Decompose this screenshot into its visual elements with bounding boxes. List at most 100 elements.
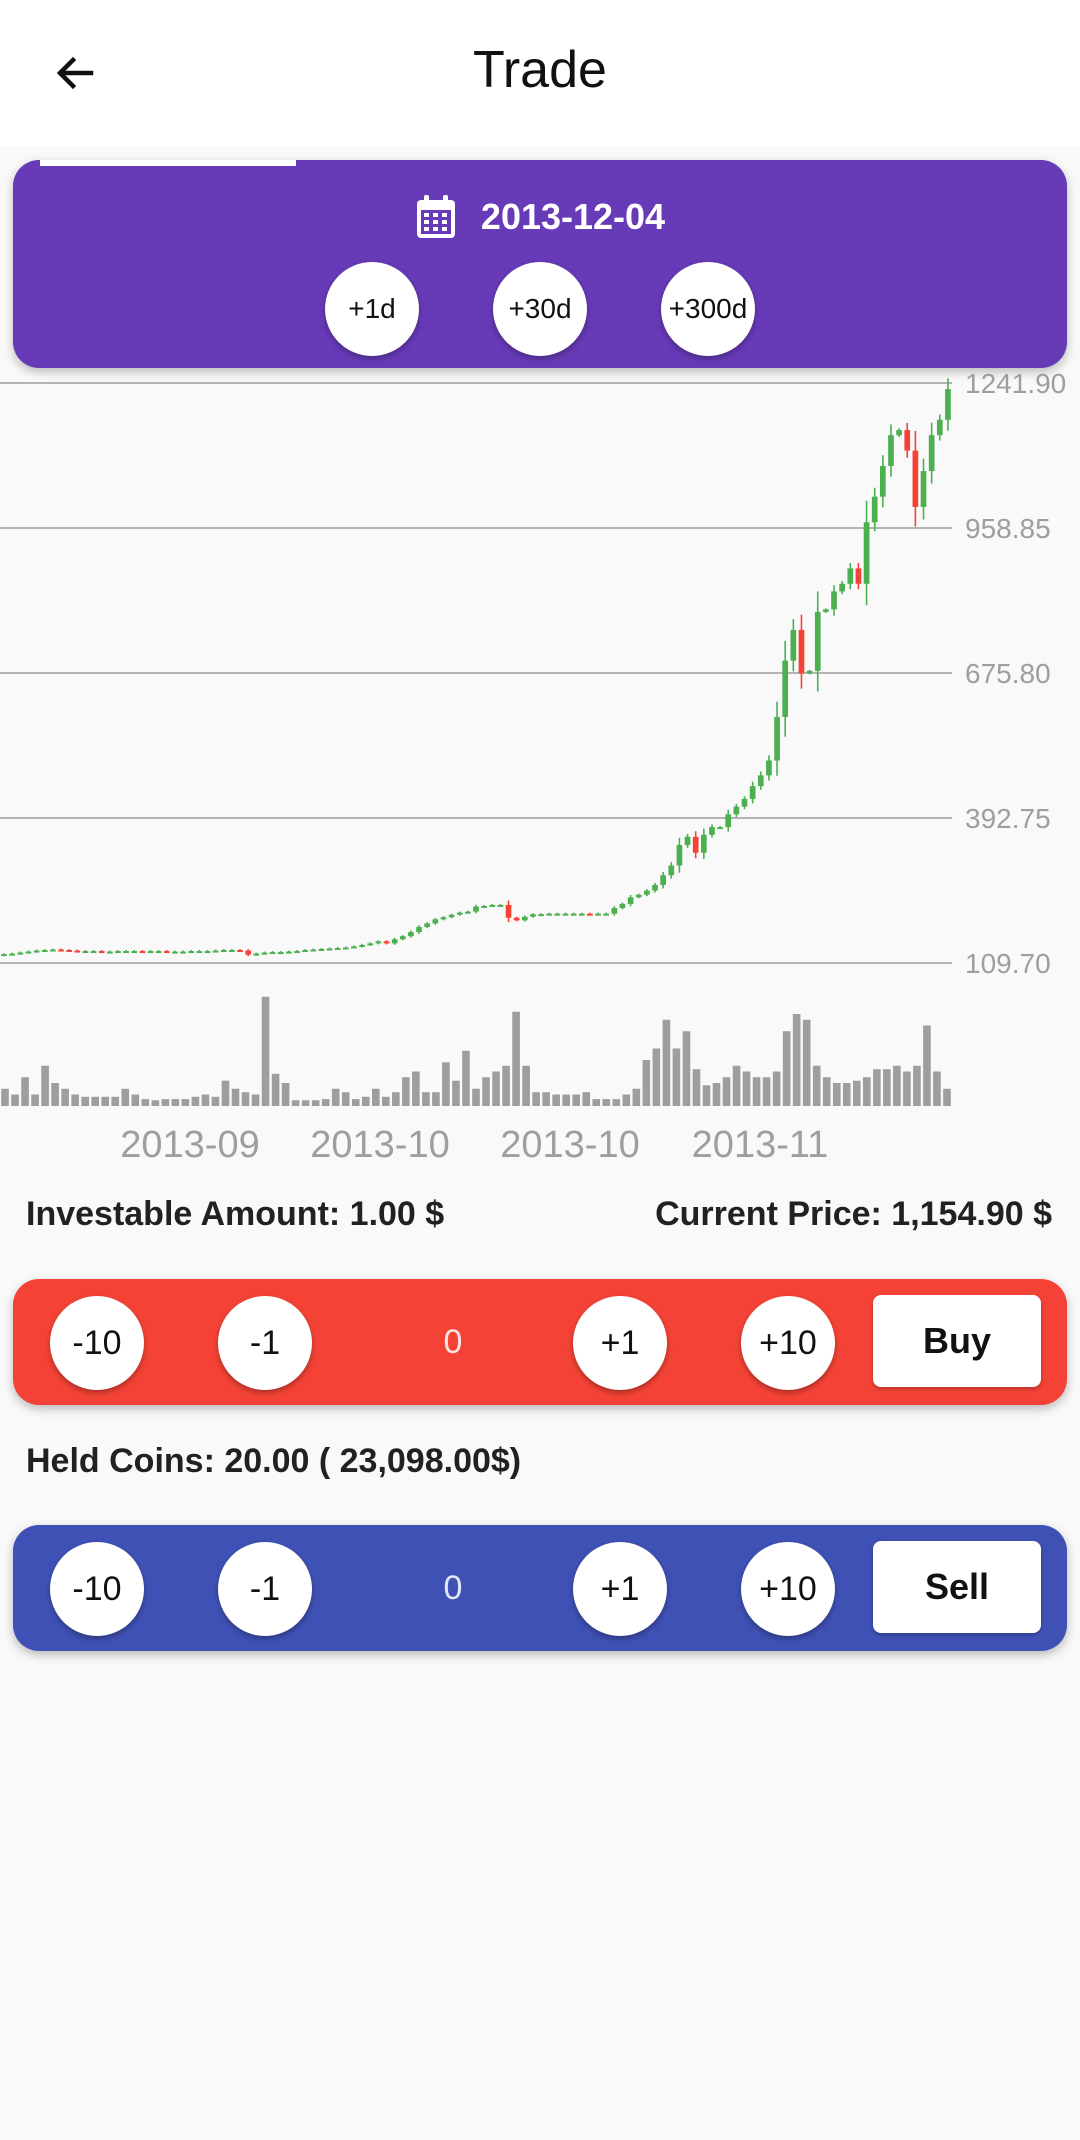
- sell-minus-1-button[interactable]: -1: [218, 1542, 312, 1636]
- volume-bar: [612, 1099, 621, 1106]
- volume-bar: [782, 1031, 791, 1106]
- sell-panel: -10 -1 0 +1 +10 Sell: [13, 1525, 1067, 1651]
- candle-body: [9, 953, 16, 956]
- candle-body: [619, 903, 626, 909]
- candle-body: [90, 951, 97, 954]
- sell-plus-1-button[interactable]: +1: [573, 1542, 667, 1636]
- held-coins: Held Coins: 20.00 ( 23,098.00$): [26, 1442, 522, 1480]
- candle-body: [188, 951, 195, 954]
- volume-bar: [111, 1096, 120, 1106]
- plus-300d-button[interactable]: +300d: [661, 262, 755, 356]
- volume-bar: [1, 1088, 9, 1106]
- current-price: Current Price: 1,154.90 $: [655, 1195, 1052, 1233]
- volume-bar: [943, 1088, 951, 1106]
- buy-minus-10-button[interactable]: -10: [50, 1296, 144, 1390]
- candlestick-chart[interactable]: 1241.90 958.85 675.80 392.75 109.70 2013-09 2…: [0, 370, 1080, 1170]
- candle-body: [603, 913, 610, 916]
- volume-bar: [422, 1092, 430, 1106]
- selected-date: 2013-12-04: [480, 196, 666, 237]
- volume-bar: [81, 1096, 89, 1106]
- candle-body: [261, 952, 268, 955]
- y-tick-label: 109.70: [965, 948, 1051, 979]
- volume-bar: [752, 1077, 761, 1106]
- volume-bar: [802, 1019, 811, 1106]
- candle-body: [408, 932, 414, 937]
- volume-bar: [121, 1088, 130, 1106]
- candle-body: [269, 952, 276, 955]
- candle-body: [106, 951, 113, 954]
- volume-bar: [822, 1077, 831, 1106]
- candle-body: [123, 951, 129, 954]
- volume-bar: [913, 1065, 921, 1106]
- buy-button[interactable]: Buy: [873, 1295, 1041, 1387]
- candle-body: [58, 949, 64, 952]
- plus-1d-button[interactable]: +1d: [325, 262, 419, 356]
- candle-body: [212, 950, 219, 953]
- volume-bar: [542, 1092, 550, 1106]
- volume-bar: [893, 1065, 901, 1106]
- candle-body: [798, 629, 805, 674]
- candle-body: [399, 936, 406, 940]
- candle-body: [245, 950, 252, 955]
- candle-body: [904, 430, 911, 451]
- candle-body: [692, 836, 699, 853]
- price-chart[interactable]: 1241.90 958.85 675.80 392.75 109.70 2013-09 2…: [0, 370, 1080, 1170]
- candle-body: [513, 917, 520, 921]
- date-selector[interactable]: 2013-12-04: [13, 194, 1067, 240]
- volume-bar: [622, 1094, 631, 1106]
- volume-bar: [91, 1096, 100, 1106]
- buy-plus-1-button[interactable]: +1: [573, 1296, 667, 1390]
- sell-minus-10-button[interactable]: -10: [50, 1542, 144, 1636]
- volume-bar: [231, 1088, 240, 1106]
- volume-bar: [873, 1069, 881, 1106]
- candle-body: [660, 875, 666, 885]
- candle-body: [749, 786, 756, 799]
- candle-body: [831, 591, 837, 610]
- sell-plus-10-button[interactable]: +10: [741, 1542, 835, 1636]
- volume-bar: [792, 1014, 801, 1106]
- volume-bar: [462, 1050, 470, 1106]
- volume-bar: [371, 1088, 380, 1106]
- candle-body: [928, 435, 935, 472]
- volume-bar: [412, 1071, 420, 1106]
- candle-body: [521, 916, 528, 921]
- sell-button[interactable]: Sell: [873, 1541, 1041, 1633]
- candle-body: [465, 911, 471, 914]
- y-tick-label: 675.80: [965, 658, 1051, 689]
- volume-bar: [772, 1071, 781, 1106]
- volume-bar: [251, 1094, 260, 1106]
- volume-bar: [392, 1092, 400, 1106]
- candle-body: [82, 951, 89, 954]
- volume-bar: [291, 1100, 300, 1106]
- candle-body: [936, 419, 943, 436]
- tab-indicator: [40, 160, 296, 166]
- volume-bar: [271, 1073, 280, 1106]
- buy-plus-10-button[interactable]: +10: [741, 1296, 835, 1390]
- volume-bar: [221, 1080, 230, 1106]
- plus-30d-button[interactable]: +30d: [493, 262, 587, 356]
- buy-minus-1-button[interactable]: -1: [218, 1296, 312, 1390]
- volume-bar: [31, 1094, 39, 1106]
- volume-bar: [131, 1094, 140, 1106]
- candle-body: [814, 611, 821, 671]
- candle-body: [538, 914, 544, 917]
- volume-bar: [832, 1083, 841, 1106]
- volume-bar: [883, 1069, 891, 1106]
- volume-bar: [863, 1077, 871, 1106]
- candle-body: [505, 904, 512, 918]
- candle-body: [546, 913, 553, 916]
- candle-body: [351, 946, 357, 949]
- candle-body: [733, 806, 740, 815]
- candle-body: [180, 951, 186, 954]
- x-tick-label: 2013-10: [500, 1124, 639, 1166]
- candle-body: [25, 951, 32, 954]
- candle-body: [237, 950, 243, 953]
- candle-body: [277, 952, 284, 955]
- candle-body: [920, 471, 927, 507]
- candle-body: [635, 894, 642, 898]
- candle-body: [424, 923, 431, 927]
- volume-bar: [351, 1099, 360, 1106]
- volume-bar: [692, 1069, 701, 1106]
- volume-bar: [261, 996, 270, 1106]
- candle-body: [334, 947, 341, 950]
